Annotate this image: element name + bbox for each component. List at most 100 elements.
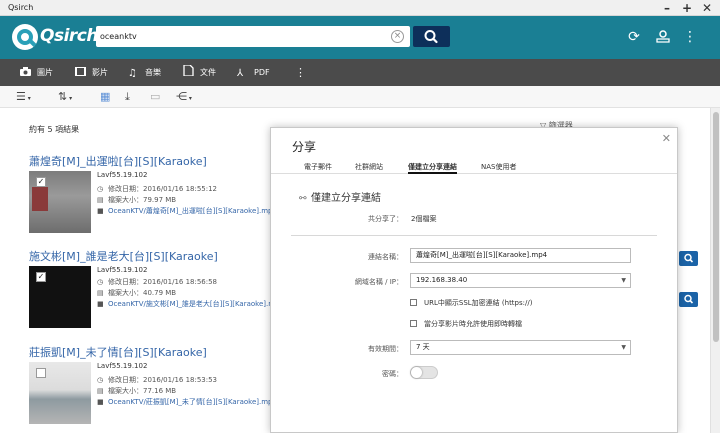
link-icon: ⚯	[299, 194, 307, 204]
result-item[interactable]: 施文彬[M]_誰是老大[台][S][Karaoke] ✓ Lavf55.19.1…	[29, 248, 284, 328]
expiry-select[interactable]: 7 天 ▼	[410, 340, 631, 355]
tab-email[interactable]: 電子郵件	[304, 162, 332, 174]
dialog-tabs: 電子郵件 社群網站 僅建立分享連結 NAS使用者	[271, 162, 677, 174]
tab-social[interactable]: 社群網站	[355, 162, 383, 174]
minimize-icon[interactable]: –	[660, 1, 674, 15]
share-dialog: 分享 ✕ 電子郵件 社群網站 僅建立分享連結 NAS使用者 ⚯ 僅建立分享連結 共…	[270, 127, 678, 433]
link-name-label: 連結名稱：	[368, 253, 403, 261]
tab-nas-user[interactable]: NAS使用者	[481, 162, 516, 174]
result-checkbox[interactable]: ✓	[36, 272, 46, 282]
app-header: Qsirch × ⟳ ⋮	[0, 16, 720, 59]
result-source: Lavf55.19.102	[97, 266, 148, 274]
search-icon	[424, 30, 438, 44]
transcode-label: 當分享影片時允許使用即時轉檔	[424, 320, 522, 328]
category-bar: 圖片 影片 ♫ 音樂 文件 ⅄ PDF ⋮	[0, 59, 720, 86]
result-path[interactable]: ■ OceanKTV/蕭煌奇[M]_出運啦[台][S][Karaoke].mp4	[97, 206, 277, 216]
result-checkbox[interactable]	[36, 368, 46, 378]
result-thumbnail[interactable]: ✓	[29, 266, 91, 328]
chevron-down-icon: ▼	[621, 344, 626, 351]
result-count: 約有 5 項結果	[29, 125, 80, 134]
result-item[interactable]: 莊振凱[M]_未了情[台][S][Karaoke] Lavf55.19.102 …	[29, 344, 279, 433]
scrollbar[interactable]	[710, 108, 720, 433]
share-icon[interactable]: ⋲ ▾	[176, 89, 192, 105]
download-icon[interactable]: ⤓	[125, 89, 130, 105]
result-title[interactable]: 莊振凱[M]_未了情[台][S][Karaoke]	[29, 344, 207, 360]
window-title: Qsirch	[8, 3, 34, 12]
category-pdf[interactable]: ⅄ PDF	[237, 59, 270, 86]
search-icon	[684, 294, 694, 304]
scrollbar-thumb[interactable]	[713, 112, 719, 342]
ssl-label: URL中顯示SSL加密連結 (https://)	[424, 299, 533, 307]
shared-value: 2個檔案	[411, 215, 437, 223]
category-documents[interactable]: 文件	[183, 59, 216, 86]
result-title[interactable]: 蕭煌奇[M]_出運啦[台][S][Karaoke]	[29, 153, 207, 169]
side-search-button[interactable]	[679, 292, 698, 307]
film-icon	[75, 67, 86, 76]
category-label: PDF	[254, 68, 270, 77]
password-toggle[interactable]	[410, 366, 438, 379]
toolbar: ☰ ▾ ⇅ ▾ ▦ ⤓ ▭ ⋲ ▾	[0, 86, 720, 108]
clock-icon: ◷	[97, 185, 104, 193]
result-modified: ◷ 修改日期：2016/01/16 18:53:53	[97, 376, 218, 384]
result-title[interactable]: 施文彬[M]_誰是老大[台][S][Karaoke]	[29, 248, 218, 264]
divider	[291, 235, 657, 236]
file-icon: ▤	[97, 387, 104, 395]
qsirch-logo-icon	[12, 24, 38, 50]
user-icon[interactable]	[653, 27, 673, 47]
search-box: ×	[96, 26, 410, 47]
result-path[interactable]: ■ OceanKTV/施文彬[M]_誰是老大[台][S][Karaoke].mp4	[97, 299, 284, 309]
category-more-icon[interactable]: ⋮	[295, 59, 306, 86]
link-name-field[interactable]: 蕭煌奇[M]_出運啦[台][S][Karaoke].mp4	[410, 248, 631, 263]
search-icon	[684, 253, 694, 263]
close-window-icon[interactable]: ✕	[700, 1, 714, 15]
pdf-icon: ⅄	[237, 68, 244, 79]
ssl-checkbox[interactable]	[410, 299, 417, 306]
result-size: ▤ 檔案大小：79.97 MB	[97, 196, 177, 204]
result-modified: ◷ 修改日期：2016/01/16 18:56:58	[97, 278, 218, 286]
chevron-down-icon: ▼	[621, 277, 626, 284]
transcode-checkbox[interactable]	[410, 320, 417, 327]
file-icon: ▤	[97, 196, 104, 204]
category-videos[interactable]: 影片	[75, 59, 108, 86]
result-modified: ◷ 修改日期：2016/01/16 18:55:12	[97, 185, 218, 193]
category-label: 影片	[92, 68, 108, 77]
clock-icon: ◷	[97, 278, 104, 286]
clock-icon: ◷	[97, 376, 104, 384]
document-icon	[183, 65, 194, 76]
result-thumbnail[interactable]	[29, 362, 91, 424]
window-titlebar: Qsirch – + ✕	[0, 0, 720, 16]
result-checkbox[interactable]: ✓	[36, 177, 46, 187]
more-menu-icon[interactable]: ⋮	[680, 27, 700, 47]
category-music[interactable]: ♫ 音樂	[128, 59, 161, 86]
category-label: 圖片	[37, 68, 53, 77]
folder-icon: ■	[97, 300, 104, 308]
folder-icon[interactable]: ▭	[150, 89, 160, 105]
category-photos[interactable]: 圖片	[20, 59, 53, 86]
folder-icon: ■	[97, 398, 104, 406]
music-icon: ♫	[128, 68, 137, 79]
close-icon[interactable]: ✕	[662, 132, 671, 145]
search-button[interactable]	[413, 26, 450, 47]
domain-select[interactable]: 192.168.38.40 ▼	[410, 273, 631, 288]
domain-label: 網域名稱 / IP：	[354, 278, 403, 286]
camera-icon	[20, 67, 31, 76]
sort-icon[interactable]: ⇅ ▾	[58, 89, 72, 105]
list-view-icon[interactable]: ☰ ▾	[16, 89, 31, 105]
clear-search-icon[interactable]: ×	[391, 30, 404, 43]
tab-share-link[interactable]: 僅建立分享連結	[408, 162, 457, 174]
result-size: ▤ 檔案大小：40.79 MB	[97, 289, 177, 297]
side-search-button[interactable]	[679, 251, 698, 266]
select-all-icon[interactable]: ▦	[100, 89, 110, 105]
result-size: ▤ 檔案大小：77.16 MB	[97, 387, 177, 395]
result-item[interactable]: 蕭煌奇[M]_出運啦[台][S][Karaoke] ✓ Lavf55.19.10…	[29, 153, 279, 233]
section-title: ⚯ 僅建立分享連結	[299, 193, 381, 204]
refresh-icon[interactable]: ⟳	[624, 27, 644, 47]
result-source: Lavf55.19.102	[97, 171, 148, 179]
expiry-label: 有效期間：	[368, 345, 403, 353]
result-thumbnail[interactable]: ✓	[29, 171, 91, 233]
folder-icon: ■	[97, 207, 104, 215]
toggle-knob	[411, 367, 422, 378]
result-path[interactable]: ■ OceanKTV/莊振凱[M]_未了情[台][S][Karaoke].mp4	[97, 397, 277, 407]
search-input[interactable]	[100, 29, 380, 44]
maximize-icon[interactable]: +	[680, 1, 694, 15]
